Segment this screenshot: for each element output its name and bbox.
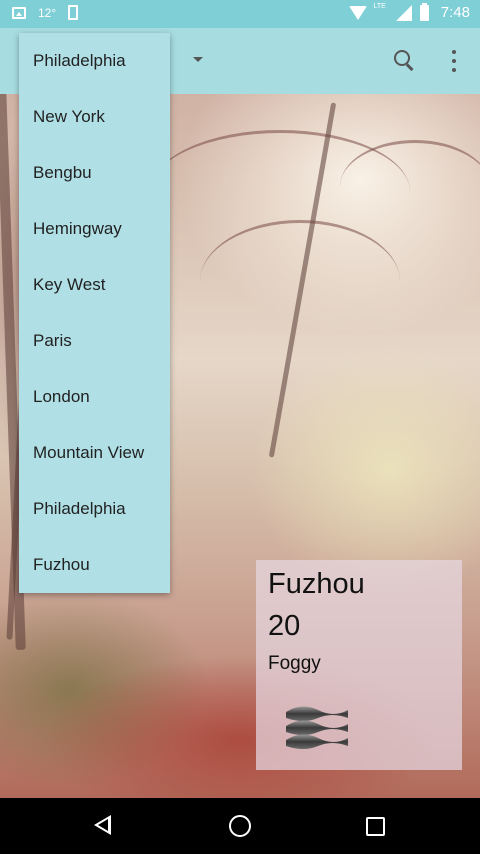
status-bar-left: 12° — [12, 5, 79, 20]
city-option[interactable]: Philadelphia — [19, 481, 170, 537]
city-option[interactable]: New York — [19, 89, 170, 145]
city-option[interactable]: London — [19, 369, 170, 425]
city-option[interactable]: Key West — [19, 257, 170, 313]
city-option[interactable]: Fuzhou — [19, 537, 170, 593]
dropdown-arrow-icon[interactable] — [193, 57, 203, 62]
image-icon — [12, 6, 26, 19]
overflow-menu-button[interactable] — [446, 48, 462, 74]
city-option[interactable]: Paris — [19, 313, 170, 369]
home-icon[interactable] — [229, 815, 251, 837]
notification-icon — [68, 5, 79, 20]
signal-icon — [395, 4, 412, 21]
city-dropdown: Philadelphia New York Bengbu Hemingway K… — [19, 33, 170, 593]
battery-icon — [419, 2, 429, 21]
network-type: LTE — [373, 3, 386, 10]
weather-card[interactable]: Fuzhou 20 Foggy — [256, 560, 462, 770]
weather-city: Fuzhou — [268, 568, 365, 600]
weather-temperature: 20 — [268, 610, 301, 642]
wifi-icon — [349, 5, 368, 20]
city-option[interactable]: Bengbu — [19, 145, 170, 201]
status-temperature: 12° — [38, 5, 57, 20]
back-icon[interactable] — [94, 815, 111, 835]
city-option[interactable]: Philadelphia — [19, 33, 170, 89]
navigation-bar — [0, 798, 480, 854]
app-screen: 12° LTE 7:48 Philadelphia New York Bengb… — [0, 0, 480, 854]
fog-icon — [286, 706, 348, 749]
search-button[interactable] — [390, 46, 420, 76]
weather-condition: Foggy — [268, 653, 321, 674]
city-option[interactable]: Mountain View — [19, 425, 170, 481]
city-option[interactable]: Hemingway — [19, 201, 170, 257]
recents-icon[interactable] — [366, 817, 385, 836]
status-time: 7:48 — [440, 4, 470, 21]
status-bar-right: LTE 7:48 — [349, 2, 470, 21]
status-bar: 12° LTE 7:48 — [0, 0, 480, 28]
